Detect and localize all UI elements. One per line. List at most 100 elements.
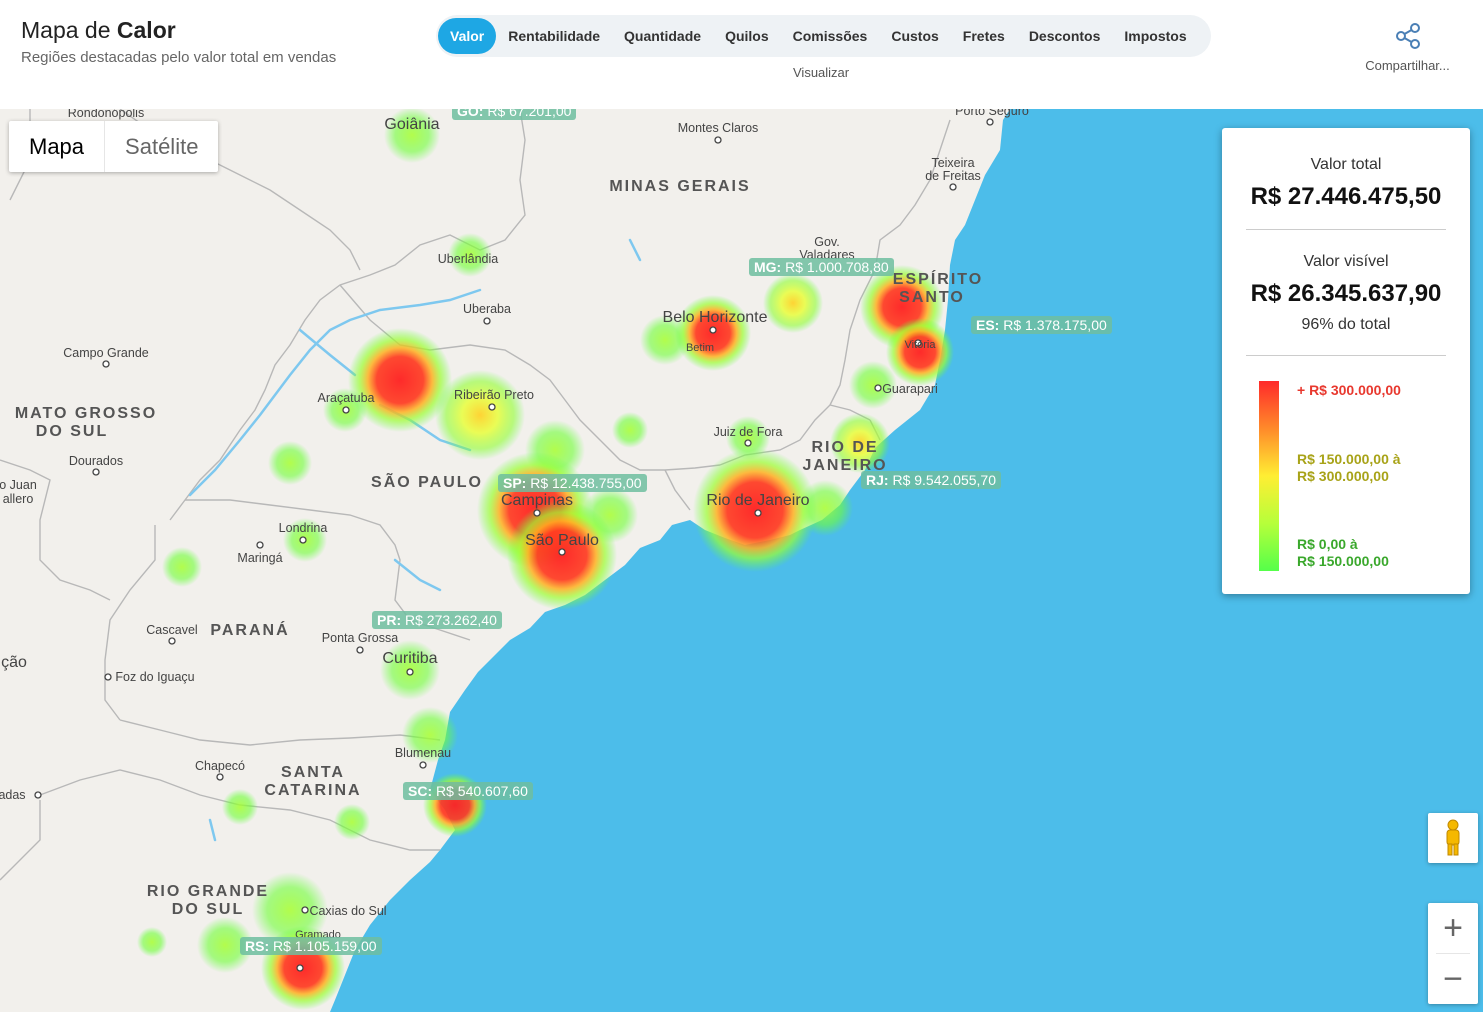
tab-quantidade[interactable]: Quantidade (612, 18, 713, 54)
tab-fretes[interactable]: Fretes (951, 18, 1017, 54)
visible-value: R$ 26.345.637,90 (1250, 280, 1442, 307)
region-label-sc[interactable]: SC: R$ 540.607,60 (403, 782, 533, 800)
map-type-map-button[interactable]: Mapa (9, 121, 104, 172)
region-uf: GO: (457, 109, 484, 119)
tab-custos[interactable]: Custos (879, 18, 950, 54)
street-view-button[interactable] (1428, 813, 1478, 863)
state-es-1: ESPÍRITO (893, 269, 983, 288)
state-sp: SÃO PAULO (371, 471, 483, 491)
tab-rentabilidade[interactable]: Rentabilidade (496, 18, 612, 54)
region-value: R$ 540.607,60 (436, 783, 528, 799)
region-uf: RJ: (866, 472, 889, 488)
city-cascavel: Cascavel (146, 623, 197, 637)
zoom-out-button[interactable]: − (1428, 954, 1478, 1004)
map-type-switch: Mapa Satélite (9, 121, 219, 172)
state-pr: PARANÁ (210, 620, 289, 639)
region-label-go[interactable]: GO: R$ 67.201,00 (452, 109, 577, 120)
city-campinas: Campinas (501, 492, 573, 509)
visible-label: Valor visível (1303, 253, 1389, 270)
legend-low-1: R$ 0,00 à (1297, 536, 1358, 552)
city-assuncao: ção (1, 654, 27, 671)
state-es-2: SANTO (899, 289, 965, 306)
total-value: R$ 27.446.475,50 (1250, 183, 1442, 210)
title-bold: Calor (116, 17, 176, 43)
tab-descontos[interactable]: Descontos (1017, 18, 1113, 54)
city-foz: Foz do Iguaçu (115, 670, 194, 684)
state-ms-1: MATO GROSSO (15, 405, 157, 422)
share-label: Compartilhar... (1365, 58, 1450, 73)
city-juiz-de-fora: Juiz de Fora (714, 425, 783, 439)
city-ponta-grossa: Ponta Grossa (322, 631, 398, 645)
region-label-es[interactable]: ES: R$ 1.378.175,00 (971, 316, 1112, 334)
region-uf: MG: (754, 259, 782, 275)
city-gov-1: Gov. (814, 235, 839, 249)
city-rio-de-janeiro: Rio de Janeiro (706, 492, 809, 509)
city-aracatuba: Araçatuba (318, 391, 375, 405)
city-uberaba: Uberaba (463, 302, 511, 316)
city-teixeira-1: Teixeira (931, 156, 974, 170)
city-londrina: Londrina (279, 521, 328, 535)
share-button[interactable]: Compartilhar... (1355, 22, 1460, 73)
city-guarapari: Guarapari (882, 382, 938, 396)
visible-percent: 96% do total (1301, 316, 1391, 333)
header: Mapa de Calor Regiões destacadas pelo va… (0, 0, 1483, 109)
tab-valor[interactable]: Valor (438, 18, 497, 54)
total-label: Valor total (1310, 156, 1382, 173)
region-uf: ES: (976, 317, 1000, 333)
title-prefix: Mapa de (21, 17, 111, 43)
legend-mid-1: R$ 150.000,00 à (1297, 451, 1401, 467)
city-chapeco: Chapecó (195, 759, 245, 773)
app-root: Mapa de Calor Regiões destacadas pelo va… (0, 0, 1483, 1012)
city-rondonopolis: Rondonópolis (68, 109, 144, 120)
city-caxias: Caxias do Sul (309, 904, 386, 918)
tab-impostos[interactable]: Impostos (1112, 18, 1198, 54)
map-type-satellite-button[interactable]: Satélite (105, 121, 218, 172)
city-porto-seguro: Porto Seguro (955, 109, 1029, 118)
city-maringa: Maringá (237, 551, 282, 565)
tab-comissoes[interactable]: Comissões (781, 18, 880, 54)
region-uf: RS: (245, 938, 270, 954)
metric-tabs: Valor Rentabilidade Quantidade Quilos Co… (436, 15, 1211, 57)
city-montes-claros: Montes Claros (678, 121, 759, 135)
city-sao-paulo: São Paulo (525, 532, 599, 549)
region-label-pr[interactable]: PR: R$ 273.262,40 (372, 611, 502, 629)
state-rs-1: RIO GRANDE (147, 883, 269, 900)
city-betim: Betim (686, 342, 714, 354)
stats-divider (1246, 355, 1446, 356)
region-label-rj[interactable]: RJ: R$ 9.542.055,70 (861, 471, 1001, 489)
tab-quilos[interactable]: Quilos (713, 18, 781, 54)
city-pedro-juan-2: allero (3, 492, 34, 506)
share-icon (1395, 23, 1420, 49)
region-label-sp[interactable]: SP: R$ 12.438.755,00 (498, 474, 647, 492)
region-value: R$ 1.000.708,80 (785, 259, 889, 275)
state-ms-2: DO SUL (36, 423, 108, 440)
stats-panel: Valor total R$ 27.446.475,50 Valor visív… (1222, 128, 1470, 594)
legend-low-2: R$ 150.000,00 (1297, 553, 1389, 569)
pegman-icon (1446, 819, 1460, 856)
city-curitiba: Curitiba (382, 650, 437, 667)
state-rj-1: RIO DE (811, 439, 878, 456)
city-goiania: Goiânia (384, 116, 439, 133)
region-uf: SC: (408, 783, 433, 799)
region-uf: PR: (377, 612, 402, 628)
state-mg: MINAS GERAIS (609, 178, 750, 195)
region-label-rs[interactable]: RS: R$ 1.105.159,00 (240, 937, 382, 955)
legend-high: + R$ 300.000,00 (1297, 382, 1401, 398)
legend-color-scale (1259, 381, 1279, 571)
city-campo-grande: Campo Grande (63, 346, 149, 360)
region-value: R$ 1.105.159,00 (273, 938, 377, 954)
region-uf: SP: (503, 475, 527, 491)
city-pedro-juan-1: o Juan (0, 478, 37, 492)
city-teixeira-2: de Freitas (925, 169, 981, 183)
region-value: R$ 9.542.055,70 (892, 472, 996, 488)
city-uberlandia: Uberlândia (438, 252, 499, 266)
region-label-mg[interactable]: MG: R$ 1.000.708,80 (749, 258, 894, 276)
region-value: R$ 12.438.755,00 (530, 475, 642, 491)
state-rs-2: DO SUL (172, 901, 244, 918)
city-ribeirao-preto: Ribeirão Preto (454, 388, 534, 402)
city-blumenau: Blumenau (395, 746, 451, 760)
zoom-in-button[interactable]: + (1428, 903, 1478, 953)
tabs-caption: Visualizar (793, 65, 850, 80)
heat-map[interactable]: MINAS GERAIS ESPÍRITO SANTO MATO GROSSO … (0, 109, 1483, 1012)
region-value: R$ 273.262,40 (405, 612, 497, 628)
